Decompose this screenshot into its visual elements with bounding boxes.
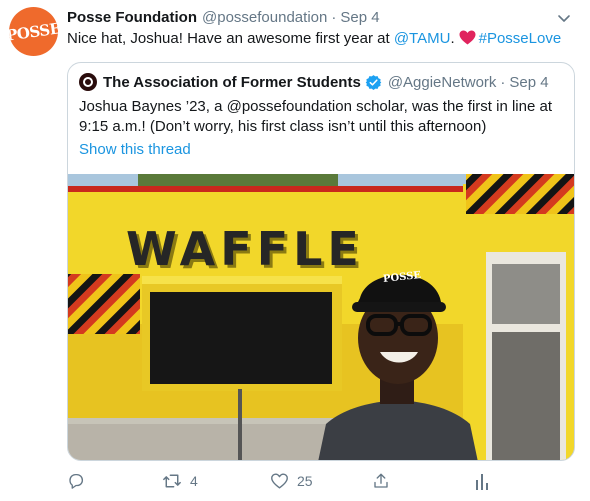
chevron-down-icon[interactable]: [556, 10, 572, 26]
red-heart-icon: [459, 30, 476, 51]
analytics-button[interactable]: [474, 472, 490, 490]
quoted-text-line: Joshua Baynes ’23, a @possefoundation sc…: [79, 98, 553, 115]
waffle-truck-photo: [68, 174, 574, 460]
quoted-text-line: 9:15 a.m.! (Don’t worry, his first class…: [79, 118, 487, 135]
separator-dot: ·: [500, 73, 506, 91]
reply-icon: [67, 472, 85, 490]
avatar[interactable]: POSSE: [9, 7, 58, 56]
show-thread-link[interactable]: Show this thread: [79, 141, 191, 158]
mention-link[interactable]: @TAMU: [394, 30, 451, 47]
author-name[interactable]: Posse Foundation: [67, 9, 197, 26]
quoted-author-name[interactable]: The Association of Former Students: [103, 74, 361, 91]
quoted-tweet-header: The Association of Former Students @Aggi…: [79, 72, 549, 92]
quoted-author-handle[interactable]: @AggieNetwork: [388, 74, 497, 91]
quoted-tweet-photo[interactable]: WAFFLE POSSE: [68, 174, 574, 460]
author-handle[interactable]: @possefoundation: [202, 9, 327, 26]
retweet-button[interactable]: 4: [162, 472, 198, 490]
share-button[interactable]: [372, 472, 390, 490]
reply-button[interactable]: [67, 472, 85, 490]
tweet[interactable]: POSSE Posse Foundation @possefoundation …: [0, 0, 590, 501]
tweet-header: Posse Foundation @possefoundation · Sep …: [67, 7, 578, 27]
retweet-count: 4: [190, 473, 198, 489]
tweet-text-part: .: [450, 30, 455, 47]
avatar-logo-text: POSSE: [9, 18, 58, 45]
separator-dot: ·: [331, 8, 337, 26]
like-count: 25: [297, 472, 313, 489]
analytics-icon: [474, 472, 490, 490]
quoted-tweet-text: Joshua Baynes ’23, a @possefoundation sc…: [79, 97, 559, 137]
heart-outline-icon: [270, 472, 289, 489]
verified-badge-icon: [365, 74, 382, 91]
hashtag-link[interactable]: #PosseLove: [479, 30, 562, 47]
retweet-icon: [162, 472, 182, 490]
quoted-tweet-date[interactable]: Sep 4: [509, 74, 548, 91]
tweet-text-part: Nice hat, Joshua! Have an awesome first …: [67, 30, 394, 47]
tweet-date[interactable]: Sep 4: [340, 9, 379, 26]
tweet-actions: 4 25: [67, 472, 582, 496]
quoted-avatar[interactable]: [79, 73, 97, 91]
like-button[interactable]: 25: [270, 472, 313, 489]
quoted-tweet[interactable]: The Association of Former Students @Aggi…: [67, 62, 575, 461]
share-icon: [372, 472, 390, 490]
waffle-sign-text: WAFFLE: [126, 222, 364, 276]
tweet-text: Nice hat, Joshua! Have an awesome first …: [67, 29, 582, 51]
